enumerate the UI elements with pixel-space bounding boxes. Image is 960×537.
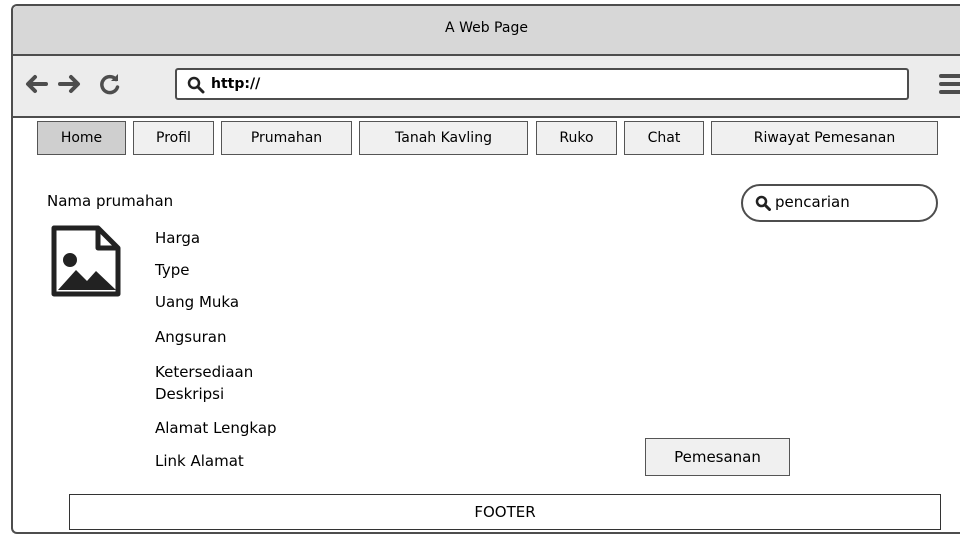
listing-name: Nama prumahan xyxy=(47,192,174,210)
pemesanan-button[interactable]: Pemesanan xyxy=(645,438,790,476)
browser-window: A Web Page http:// xyxy=(11,4,960,534)
tab-prumahan[interactable]: Prumahan xyxy=(221,121,352,155)
image-placeholder-icon xyxy=(50,224,122,302)
field-alamat-lengkap: Alamat Lengkap xyxy=(155,419,277,437)
browser-toolbar: http:// xyxy=(13,56,960,118)
title-bar: A Web Page xyxy=(13,6,960,56)
tab-ruko[interactable]: Ruko xyxy=(536,121,617,155)
search-input[interactable]: pencarian xyxy=(741,184,938,222)
footer: FOOTER xyxy=(69,494,941,530)
tab-tanah-kavling[interactable]: Tanah Kavling xyxy=(359,121,528,155)
field-harga: Harga xyxy=(155,229,201,247)
search-icon xyxy=(755,195,771,215)
arrow-right-icon[interactable] xyxy=(57,70,83,98)
field-ketersediaan: Ketersediaan xyxy=(155,363,254,381)
window-title: A Web Page xyxy=(445,20,528,36)
tab-riwayat-pemesanan[interactable]: Riwayat Pemesanan xyxy=(711,121,938,155)
field-uang-muka: Uang Muka xyxy=(155,293,240,311)
url-bar[interactable]: http:// xyxy=(175,68,909,100)
field-deskripsi: Deskripsi xyxy=(155,385,225,403)
arrow-left-icon[interactable] xyxy=(23,70,49,98)
field-angsuran: Angsuran xyxy=(155,328,227,346)
field-type: Type xyxy=(155,261,190,279)
url-text: http:// xyxy=(211,76,261,92)
tab-home[interactable]: Home xyxy=(37,121,126,155)
search-icon xyxy=(187,76,205,98)
tab-chat[interactable]: Chat xyxy=(624,121,704,155)
field-link-alamat[interactable]: Link Alamat xyxy=(155,452,244,470)
reload-icon[interactable] xyxy=(97,70,123,98)
tab-profil[interactable]: Profil xyxy=(133,121,214,155)
search-placeholder: pencarian xyxy=(775,193,850,211)
hamburger-menu-icon[interactable] xyxy=(939,74,960,98)
